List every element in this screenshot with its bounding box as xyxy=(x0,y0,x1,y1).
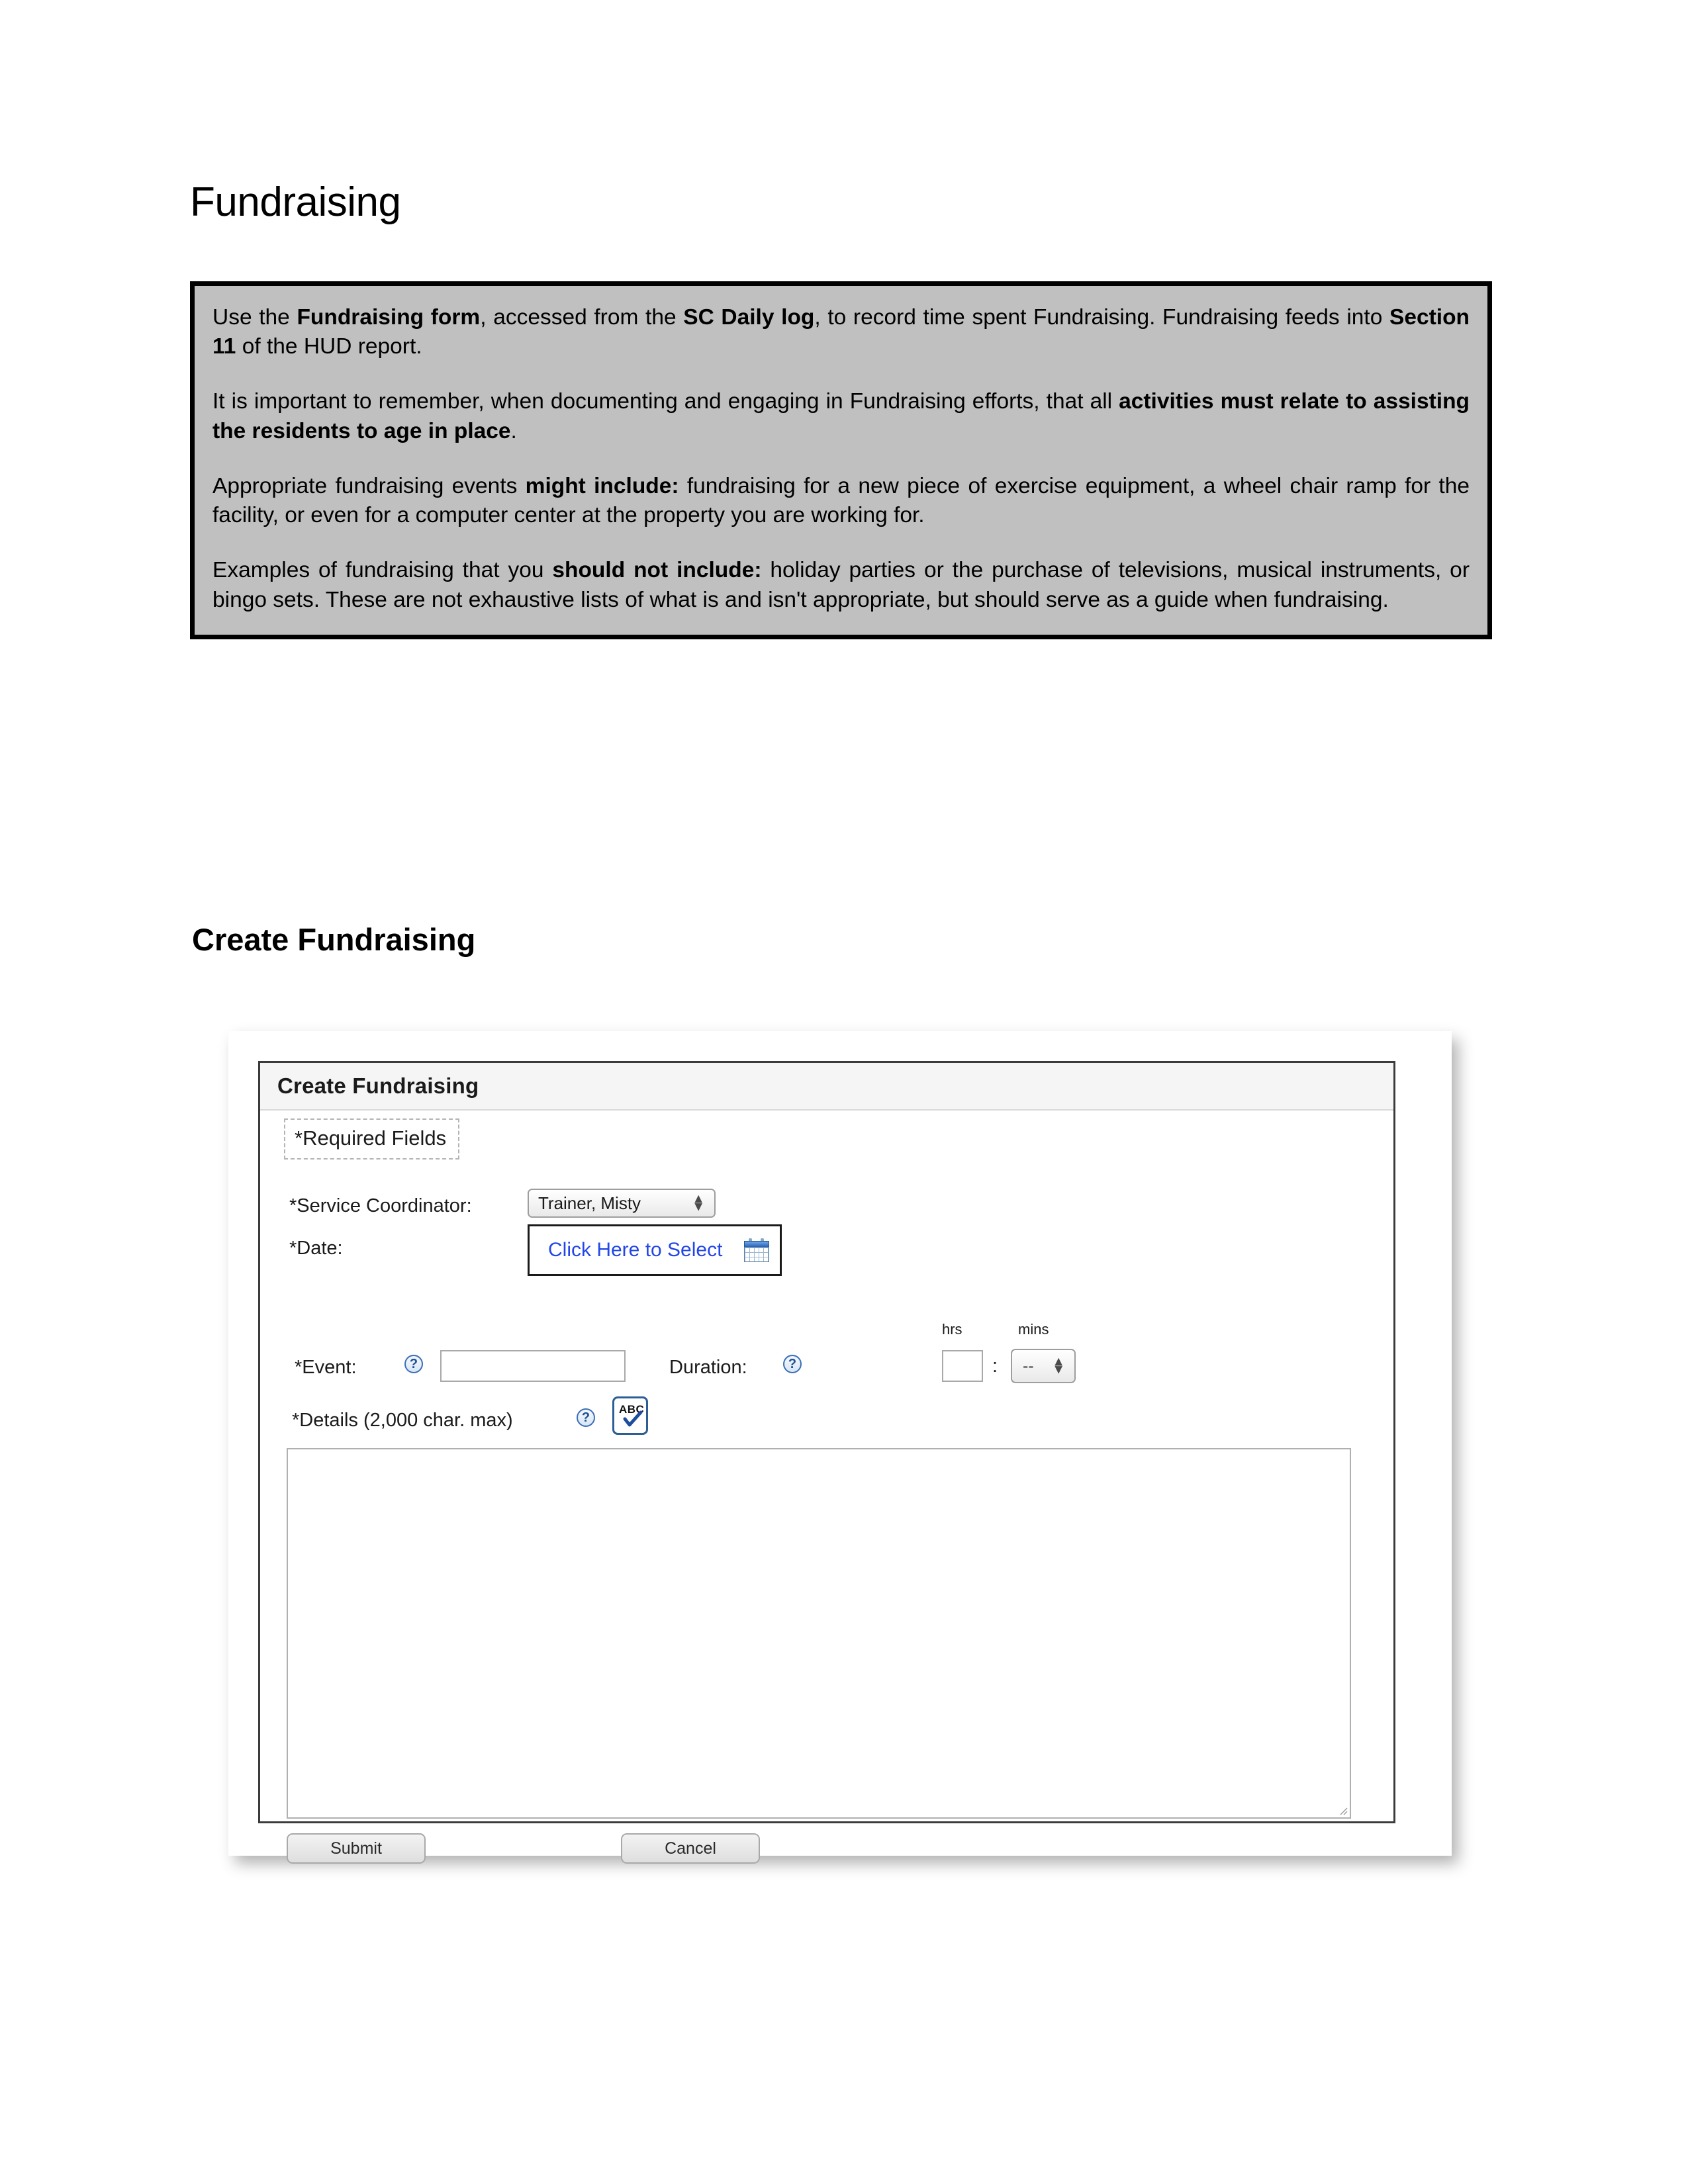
details-help-icon[interactable]: ? xyxy=(577,1408,595,1427)
duration-separator: : xyxy=(992,1355,998,1377)
callout-p2-text-1: It is important to remember, when docume… xyxy=(212,389,1119,414)
callout-p1-text-2: , accessed from the xyxy=(480,305,684,330)
callout-paragraph-2: It is important to remember, when docume… xyxy=(212,387,1470,445)
screenshot-card: Create Fundraising *Required Fields *Ser… xyxy=(228,1031,1452,1864)
details-label: *Details (2,000 char. max) xyxy=(292,1410,513,1431)
event-input[interactable] xyxy=(440,1350,626,1382)
mins-unit-label: mins xyxy=(1018,1321,1049,1338)
required-fields-note: *Required Fields xyxy=(284,1118,460,1160)
cancel-button[interactable]: Cancel xyxy=(621,1833,760,1864)
callout-paragraph-3: Appropriate fundraising events might inc… xyxy=(212,472,1470,530)
resize-grip-icon[interactable] xyxy=(1338,1806,1348,1815)
form-header-title: Create Fundraising xyxy=(277,1073,479,1098)
callout-p3-text-1: Appropriate fundraising events xyxy=(212,473,526,498)
service-coordinator-select[interactable]: Trainer, Misty ▲ ▼ xyxy=(528,1189,716,1218)
spellcheck-icon[interactable]: ABC xyxy=(612,1396,648,1435)
duration-mins-value: -- xyxy=(1023,1356,1034,1375)
form-header: Create Fundraising xyxy=(260,1063,1393,1111)
details-textarea-wrapper[interactable] xyxy=(287,1448,1351,1819)
date-picker-label: Click Here to Select xyxy=(548,1239,723,1261)
calendar-icon xyxy=(744,1238,769,1262)
service-coordinator-label: *Service Coordinator: xyxy=(289,1195,472,1216)
callout-p4-text-1: Examples of fundraising that you xyxy=(212,558,553,583)
date-picker-button[interactable]: Click Here to Select xyxy=(528,1224,782,1276)
callout-p1-text-1: Use the xyxy=(212,305,297,330)
page-title: Fundraising xyxy=(190,179,401,225)
callout-p3-bold-1: might include: xyxy=(525,473,679,498)
form-panel: Create Fundraising *Required Fields *Ser… xyxy=(258,1061,1395,1864)
stepper-arrows-icon: ▲ ▼ xyxy=(1052,1354,1065,1377)
callout-p4-bold-1: should not include: xyxy=(552,558,762,583)
duration-help-icon[interactable]: ? xyxy=(783,1355,802,1373)
callout-paragraph-4: Examples of fundraising that you should … xyxy=(212,556,1470,614)
callout-paragraph-1: Use the Fundraising form, accessed from … xyxy=(212,303,1470,361)
duration-label: Duration: xyxy=(669,1357,747,1378)
stepper-arrows-icon: ▲ ▼ xyxy=(692,1191,705,1214)
section-title: Create Fundraising xyxy=(192,922,476,957)
form-body: *Required Fields *Service Coordinator: T… xyxy=(260,1111,1393,1864)
document-page: Fundraising Use the Fundraising form, ac… xyxy=(0,0,1688,2184)
callout-p1-bold-1: Fundraising form xyxy=(297,305,481,330)
event-label: *Event: xyxy=(295,1357,357,1378)
duration-mins-select[interactable]: -- ▲ ▼ xyxy=(1011,1349,1076,1383)
info-callout-box: Use the Fundraising form, accessed from … xyxy=(190,281,1492,639)
duration-hrs-input[interactable] xyxy=(942,1350,983,1382)
callout-p2-text-2: . xyxy=(510,418,517,443)
submit-button[interactable]: Submit xyxy=(287,1833,426,1864)
callout-p1-text-3: , to record time spent Fundraising. Fund… xyxy=(814,305,1389,330)
checkmark-icon xyxy=(623,1410,643,1427)
hrs-unit-label: hrs xyxy=(942,1321,962,1338)
callout-p1-text-4: of the HUD report. xyxy=(236,334,422,359)
callout-p1-bold-2: SC Daily log xyxy=(683,305,815,330)
service-coordinator-value: Trainer, Misty xyxy=(538,1193,641,1213)
event-help-icon[interactable]: ? xyxy=(404,1355,423,1373)
date-label: *Date: xyxy=(289,1238,343,1259)
